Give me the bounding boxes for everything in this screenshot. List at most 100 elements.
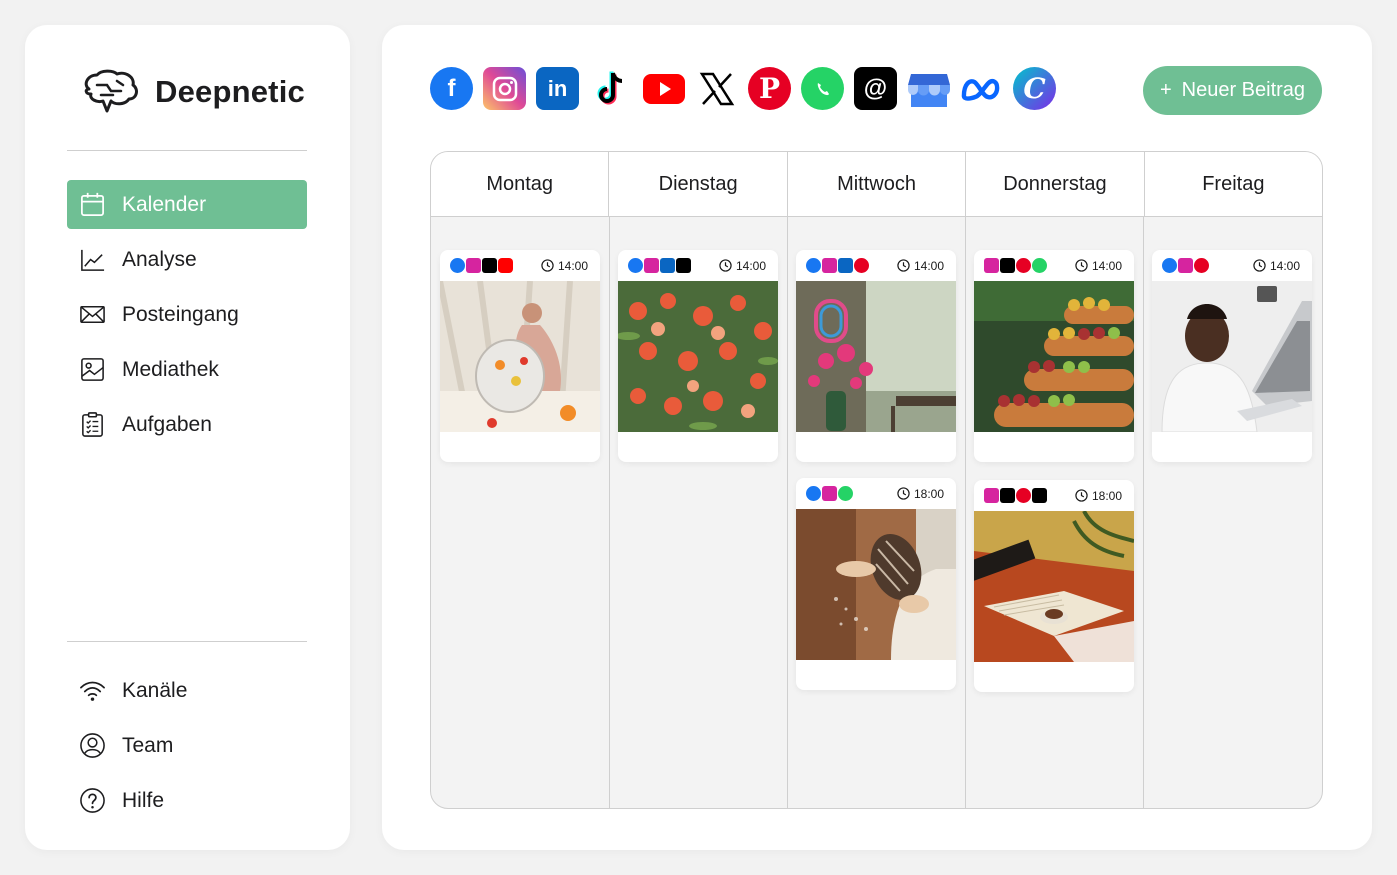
google-business-icon[interactable] — [907, 67, 950, 110]
post-card-header: 14:00 — [618, 250, 778, 281]
sidebar-item-label: Mediathek — [122, 357, 219, 381]
sidebar-item-analyse[interactable]: Analyse — [67, 235, 307, 284]
whatsapp-icon — [838, 486, 853, 501]
sidebar-item-mediathek[interactable]: Mediathek — [67, 345, 307, 394]
clipboard-icon — [82, 412, 103, 437]
youtube-icon — [498, 258, 513, 273]
help-icon — [80, 788, 105, 813]
day-header-freitag: Freitag — [1202, 172, 1265, 195]
sidebar-divider-bottom — [67, 641, 307, 642]
sidebar-item-label: Kalender — [122, 192, 207, 216]
post-channels — [806, 258, 869, 273]
sidebar-item-posteingang[interactable]: Posteingang — [67, 290, 307, 339]
post-image-tulips — [618, 281, 778, 432]
instagram-icon — [466, 258, 481, 273]
sidebar-item-label: Posteingang — [122, 302, 239, 326]
post-time-label: 18:00 — [1091, 488, 1122, 503]
post-channels — [984, 488, 1047, 503]
linkedin-icon — [838, 258, 853, 273]
facebook-icon[interactable]: f — [430, 67, 473, 110]
facebook-icon — [1162, 258, 1177, 273]
post-time: 14:00 — [897, 259, 944, 273]
post-image-man-laptop — [1152, 281, 1312, 433]
post-channels — [984, 258, 1047, 273]
sidebar-item-team[interactable]: Team — [67, 721, 307, 770]
clock-icon — [1253, 259, 1266, 272]
post-card-header: 14:00 — [440, 250, 600, 281]
tiktok-icon — [1000, 488, 1015, 503]
post-card-header: 14:00 — [1152, 250, 1312, 281]
post-card-header: 18:00 — [796, 478, 956, 509]
post-card-header: 14:00 — [796, 250, 956, 281]
post-time-label: 14:00 — [557, 258, 588, 273]
pinterest-icon[interactable]: P — [748, 67, 791, 110]
sidebar-item-label: Analyse — [122, 247, 197, 271]
whatsapp-icon — [1032, 258, 1047, 273]
youtube-icon[interactable] — [642, 67, 685, 110]
x-icon[interactable] — [695, 67, 738, 110]
instagram-icon — [644, 258, 659, 273]
day-header-montag: Montag — [431, 152, 610, 216]
post-image-book-tea — [974, 510, 1134, 662]
post-image-woman-fruits — [440, 280, 600, 433]
brand-logo[interactable]: Deepnetic — [79, 67, 305, 117]
post-image-flowers-cafe — [796, 281, 956, 432]
sidebar-item-kanaele[interactable]: Kanäle — [67, 666, 307, 715]
linkedin-icon[interactable]: in — [536, 67, 579, 110]
post-channels — [450, 258, 513, 273]
pinterest-icon — [854, 258, 869, 273]
instagram-icon — [984, 488, 999, 503]
week-calendar: Montag Dienstag Mittwoch Donnerstag Frei… — [430, 151, 1323, 809]
post-channels — [806, 486, 853, 501]
sidebar-nav-main: Kalender Analyse Posteingang Mediathek A… — [67, 180, 307, 455]
post-time-label: 14:00 — [1091, 258, 1122, 273]
column-divider — [1143, 217, 1144, 808]
post-time: 14:00 — [1253, 259, 1300, 273]
post-time: 14:00 — [541, 259, 588, 273]
image-icon — [81, 358, 104, 381]
tiktok-icon[interactable] — [589, 67, 632, 110]
whatsapp-icon[interactable] — [801, 67, 844, 110]
post-card[interactable]: 14:00 — [796, 250, 956, 462]
sidebar-divider-top — [67, 150, 307, 151]
post-channels — [628, 258, 691, 273]
post-time: 14:00 — [719, 259, 766, 273]
post-card[interactable]: 14:00 — [1152, 250, 1312, 462]
brand-name: Deepnetic — [155, 74, 305, 109]
tiktok-icon — [482, 258, 497, 273]
brain-logo-icon — [84, 69, 138, 113]
sidebar: Deepnetic Kalender Analyse Posteingang M… — [25, 25, 350, 850]
chart-icon — [81, 249, 105, 271]
tiktok-icon — [1000, 258, 1015, 273]
post-card[interactable]: 18:00 — [974, 480, 1134, 692]
instagram-icon[interactable] — [483, 67, 526, 110]
post-image-baker-bread — [796, 509, 956, 660]
day-header-mittwoch: Mittwoch — [788, 152, 967, 216]
column-divider — [965, 217, 966, 808]
sidebar-item-aufgaben[interactable]: Aufgaben — [67, 400, 307, 449]
sidebar-item-label: Hilfe — [122, 788, 165, 812]
post-time-label: 14:00 — [1269, 258, 1300, 273]
post-card[interactable]: 18:00 — [796, 478, 956, 690]
threads-icon[interactable]: @ — [854, 67, 897, 110]
linkedin-icon — [660, 258, 675, 273]
day-header-dienstag: Dienstag — [609, 152, 788, 216]
sidebar-item-label: Team — [122, 733, 174, 757]
sidebar-nav-secondary: Kanäle Team Hilfe — [67, 666, 307, 831]
post-card[interactable]: 14:00 — [974, 250, 1134, 462]
sidebar-item-hilfe[interactable]: Hilfe — [67, 776, 307, 825]
mail-icon — [80, 306, 105, 323]
instagram-icon — [822, 258, 837, 273]
facebook-icon — [450, 258, 465, 273]
clock-icon — [1075, 259, 1088, 272]
sidebar-item-kalender[interactable]: Kalender — [67, 180, 307, 229]
calendar-icon — [81, 192, 104, 216]
post-channels — [1162, 258, 1209, 273]
post-card-header: 18:00 — [974, 480, 1134, 511]
canva-icon[interactable]: C — [1013, 67, 1056, 110]
post-card[interactable]: 14:00 — [618, 250, 778, 462]
post-card[interactable]: 14:00 — [440, 250, 600, 462]
post-image-fruit-market — [974, 281, 1134, 432]
meta-icon[interactable] — [960, 67, 1003, 110]
new-post-button[interactable]: + Neuer Beitrag — [1143, 66, 1322, 115]
